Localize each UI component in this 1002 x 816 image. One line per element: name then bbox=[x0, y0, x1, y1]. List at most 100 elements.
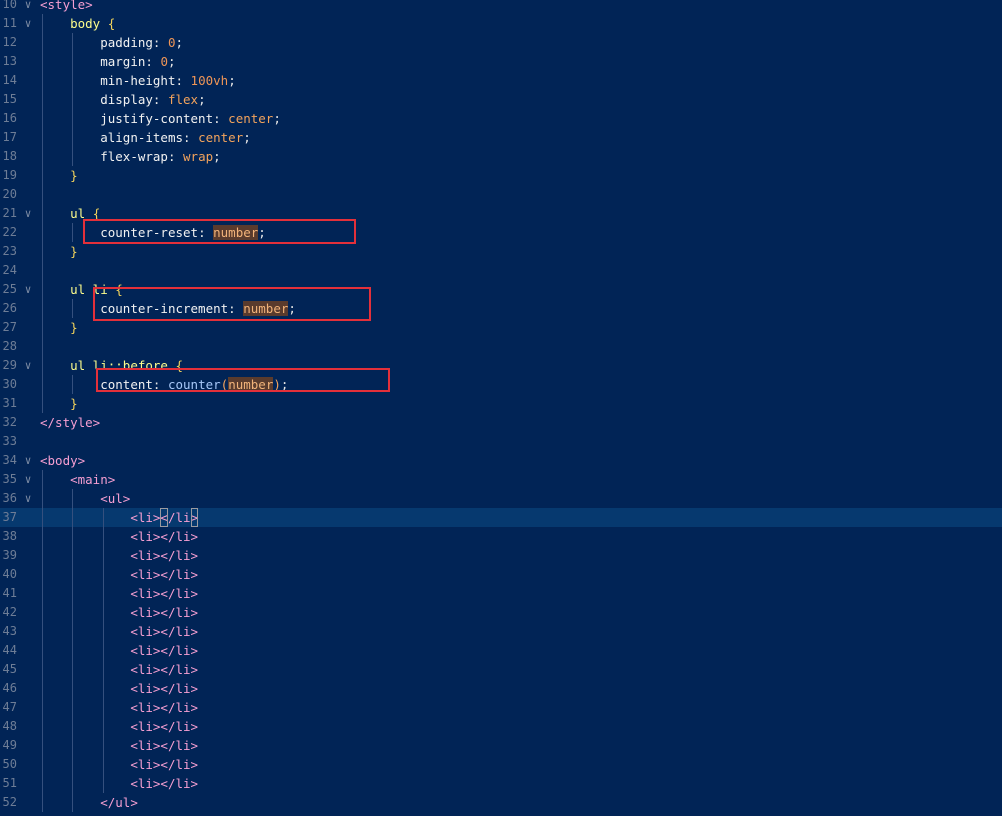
code-text: <li></li> bbox=[40, 546, 198, 565]
code-line[interactable]: 11 ∨ body { bbox=[0, 14, 1002, 33]
code-text: <li></li> bbox=[40, 603, 198, 622]
indent-guide bbox=[72, 489, 74, 812]
active-code-line[interactable]: 37 <li></li> bbox=[0, 508, 1002, 527]
code-line[interactable]: 39 <li></li> bbox=[0, 546, 1002, 565]
brace: { bbox=[107, 16, 116, 31]
code-text: <li></li> bbox=[40, 774, 198, 793]
code-line[interactable]: 12 padding: 0; bbox=[0, 33, 1002, 52]
code-text: <li></li> bbox=[40, 527, 198, 546]
css-number: 100vh bbox=[190, 73, 229, 88]
line-number: 26 bbox=[2, 301, 17, 315]
html-tag: <li></li> bbox=[130, 529, 199, 544]
html-tag: <ul> bbox=[100, 491, 131, 506]
code-line[interactable]: 40 <li></li> bbox=[0, 565, 1002, 584]
code-text: <li></li> bbox=[40, 717, 198, 736]
code-line[interactable]: 51 <li></li> bbox=[0, 774, 1002, 793]
html-tag: <body> bbox=[40, 453, 86, 468]
code-line[interactable]: 45 <li></li> bbox=[0, 660, 1002, 679]
code-line[interactable]: 18 flex-wrap: wrap; bbox=[0, 147, 1002, 166]
code-text: <li></li> bbox=[40, 641, 198, 660]
code-text: <li></li> bbox=[40, 565, 198, 584]
code-line[interactable]: 34 ∨ <body> bbox=[0, 451, 1002, 470]
line-number: 35 bbox=[2, 472, 17, 486]
code-line[interactable]: 42 <li></li> bbox=[0, 603, 1002, 622]
code-line[interactable]: 44 <li></li> bbox=[0, 641, 1002, 660]
css-property: align-items bbox=[100, 130, 184, 145]
code-line[interactable]: 50 <li></li> bbox=[0, 755, 1002, 774]
code-line[interactable]: 46 <li></li> bbox=[0, 679, 1002, 698]
html-tag: <li></li> bbox=[130, 605, 199, 620]
code-line[interactable]: 16 justify-content: center; bbox=[0, 109, 1002, 128]
code-line[interactable]: 24 bbox=[0, 261, 1002, 280]
code-line[interactable]: 31 } bbox=[0, 394, 1002, 413]
code-line[interactable]: 14 min-height: 100vh; bbox=[0, 71, 1002, 90]
code-text: justify-content: center; bbox=[40, 109, 281, 128]
chevron-down-icon[interactable]: ∨ bbox=[22, 280, 34, 299]
html-tag: </style> bbox=[40, 415, 101, 430]
code-line[interactable]: 19 } bbox=[0, 166, 1002, 185]
chevron-down-icon[interactable]: ∨ bbox=[22, 451, 34, 470]
code-line[interactable]: 23 } bbox=[0, 242, 1002, 261]
code-line[interactable]: 43 <li></li> bbox=[0, 622, 1002, 641]
chevron-down-icon[interactable]: ∨ bbox=[22, 204, 34, 223]
code-line[interactable]: 49 <li></li> bbox=[0, 736, 1002, 755]
code-text: <li></li> bbox=[40, 622, 198, 641]
indent-guide bbox=[72, 33, 74, 166]
code-text: <li></li> bbox=[40, 755, 198, 774]
css-value: wrap bbox=[183, 149, 214, 164]
code-line[interactable]: 33 bbox=[0, 432, 1002, 451]
chevron-down-icon[interactable]: ∨ bbox=[22, 470, 34, 489]
code-line[interactable]: 17 align-items: center; bbox=[0, 128, 1002, 147]
code-line[interactable]: 15 display: flex; bbox=[0, 90, 1002, 109]
code-line[interactable]: 10 ∨ <style> bbox=[0, 0, 1002, 14]
html-tag: <li></li> bbox=[130, 738, 199, 753]
chevron-down-icon[interactable]: ∨ bbox=[22, 356, 34, 375]
annotation-box-counter-increment bbox=[93, 287, 371, 321]
annotation-box-content bbox=[96, 368, 390, 392]
code-line[interactable]: 13 margin: 0; bbox=[0, 52, 1002, 71]
punctuation: : bbox=[152, 92, 168, 107]
line-number: 47 bbox=[2, 700, 17, 714]
punctuation: : bbox=[175, 73, 191, 88]
chevron-down-icon[interactable]: ∨ bbox=[22, 14, 34, 33]
code-text: body { bbox=[40, 14, 115, 33]
code-line[interactable]: 47 <li></li> bbox=[0, 698, 1002, 717]
line-number: 31 bbox=[2, 396, 17, 410]
css-selector: body bbox=[70, 16, 101, 31]
html-tag: <li></li> bbox=[130, 776, 199, 791]
code-line[interactable]: 28 bbox=[0, 337, 1002, 356]
code-text: } bbox=[40, 242, 78, 261]
code-line[interactable]: 52 </ul> bbox=[0, 793, 1002, 812]
css-value: center bbox=[198, 130, 244, 145]
chevron-down-icon[interactable]: ∨ bbox=[22, 489, 34, 508]
html-tag: <main> bbox=[70, 472, 116, 487]
html-tag: <li></li> bbox=[130, 700, 199, 715]
code-editor[interactable]: 10 ∨ <style> 11 ∨ body {12 padding: 0; 13 mar… bbox=[0, 0, 1002, 816]
punctuation: : bbox=[183, 130, 199, 145]
line-number: 42 bbox=[2, 605, 17, 619]
code-line[interactable]: 35 ∨ <main> bbox=[0, 470, 1002, 489]
code-text: <li></li> bbox=[40, 508, 199, 527]
code-text: flex-wrap: wrap; bbox=[40, 147, 220, 166]
line-number: 16 bbox=[2, 111, 17, 125]
code-text: <li></li> bbox=[40, 679, 198, 698]
code-text: } bbox=[40, 166, 78, 185]
code-text: margin: 0; bbox=[40, 52, 175, 71]
indent-guide bbox=[72, 299, 74, 318]
code-text: <body> bbox=[40, 451, 85, 470]
code-line[interactable]: 41 <li></li> bbox=[0, 584, 1002, 603]
line-number: 48 bbox=[2, 719, 17, 733]
code-line[interactable]: 20 bbox=[0, 185, 1002, 204]
code-line[interactable]: 32 </style> bbox=[0, 413, 1002, 432]
code-line[interactable]: 48 <li></li> bbox=[0, 717, 1002, 736]
css-number: 0 bbox=[167, 35, 176, 50]
chevron-down-icon[interactable]: ∨ bbox=[22, 0, 34, 14]
indent-guide bbox=[42, 470, 43, 812]
code-line[interactable]: 36 ∨ <ul> bbox=[0, 489, 1002, 508]
code-line[interactable]: 38 <li></li> bbox=[0, 527, 1002, 546]
